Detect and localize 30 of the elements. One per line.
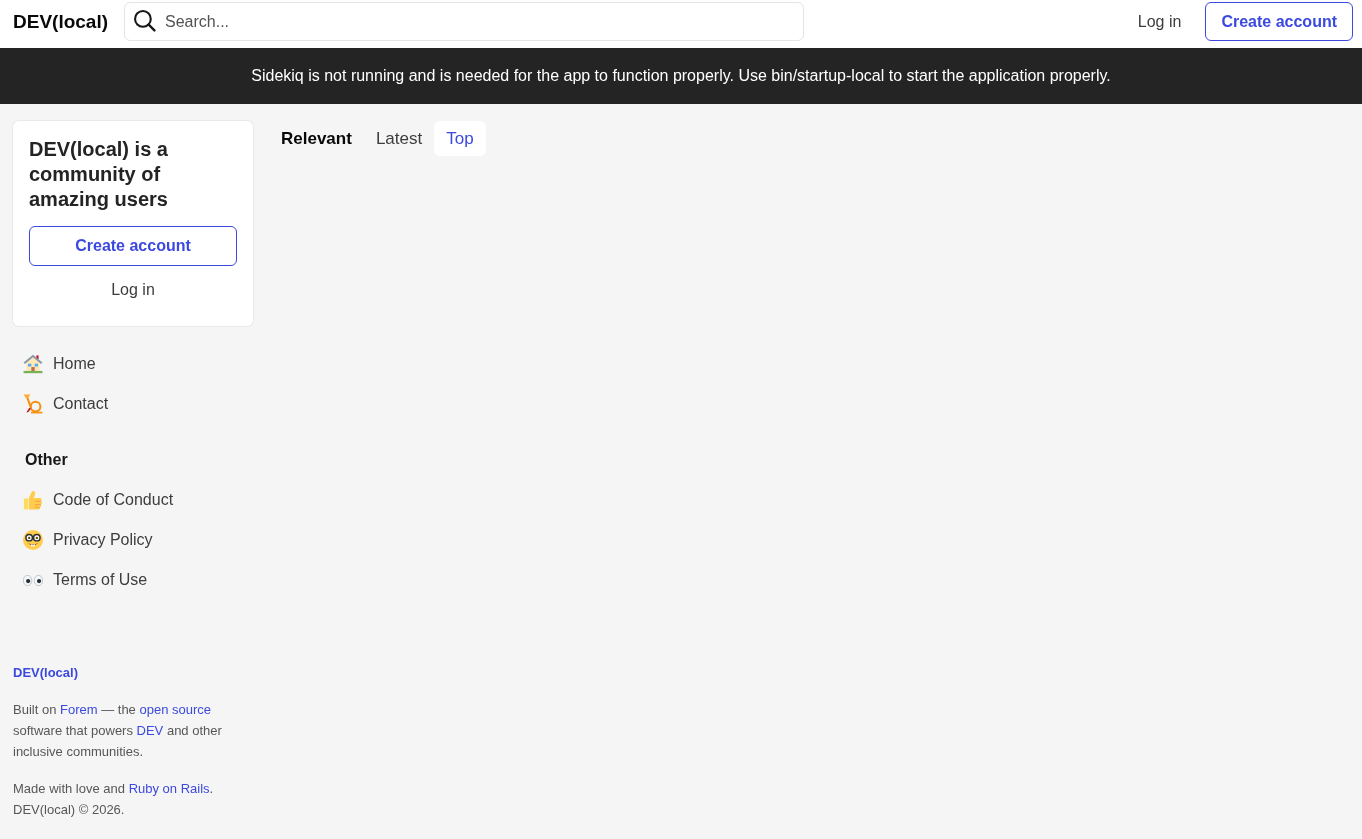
create-account-button[interactable]: Create account <box>1205 2 1353 41</box>
nav-link[interactable]: Code of Conduct <box>13 480 253 520</box>
log-in-link[interactable]: Log in <box>1121 1 1198 42</box>
community-link[interactable]: DEV(local) <box>13 663 78 683</box>
footer-text: Built on Forem — the open source software that powers DEV and other inclusive communities. <box>13 701 223 761</box>
create-account-button[interactable]: Create account <box>29 226 237 266</box>
log-in-link[interactable]: Log in <box>29 270 237 310</box>
eyes-icon <box>23 574 43 586</box>
horn-icon <box>23 394 43 414</box>
search-icon <box>134 10 157 32</box>
footer-link[interactable]: open source <box>139 702 212 717</box>
search-field[interactable]: Search... <box>124 2 805 41</box>
banner-message: Sidekiq is not running and is needed for the app to function properly. Use bin/startup-local to start the application properly. <box>0 48 1362 104</box>
nav-link[interactable]: Terms of Use <box>13 560 253 600</box>
feed-tab[interactable]: Relevant <box>269 121 364 156</box>
feed-tab[interactable]: Latest <box>363 121 435 156</box>
house-icon <box>23 354 43 374</box>
feed-tab[interactable]: Top <box>434 121 486 156</box>
site-logo[interactable]: DEV(local) <box>13 10 109 33</box>
nav-link[interactable]: Contact <box>13 384 253 424</box>
footer-link[interactable]: Ruby on Rails <box>128 781 210 796</box>
card-heading: DEV(local) is a community of amazing users <box>29 137 169 212</box>
nav-link[interactable]: Privacy Policy <box>13 520 253 560</box>
nav-link[interactable]: Home <box>13 344 253 384</box>
footer-link[interactable]: DEV <box>136 723 164 738</box>
thumbs-up-icon <box>23 490 43 510</box>
section-heading: Other <box>24 450 69 470</box>
nerd-face-icon <box>23 530 43 550</box>
footer-text: Made with love and Ruby on Rails. DEV(local) © 2026. <box>13 780 215 819</box>
footer-link[interactable]: Forem <box>60 702 98 717</box>
